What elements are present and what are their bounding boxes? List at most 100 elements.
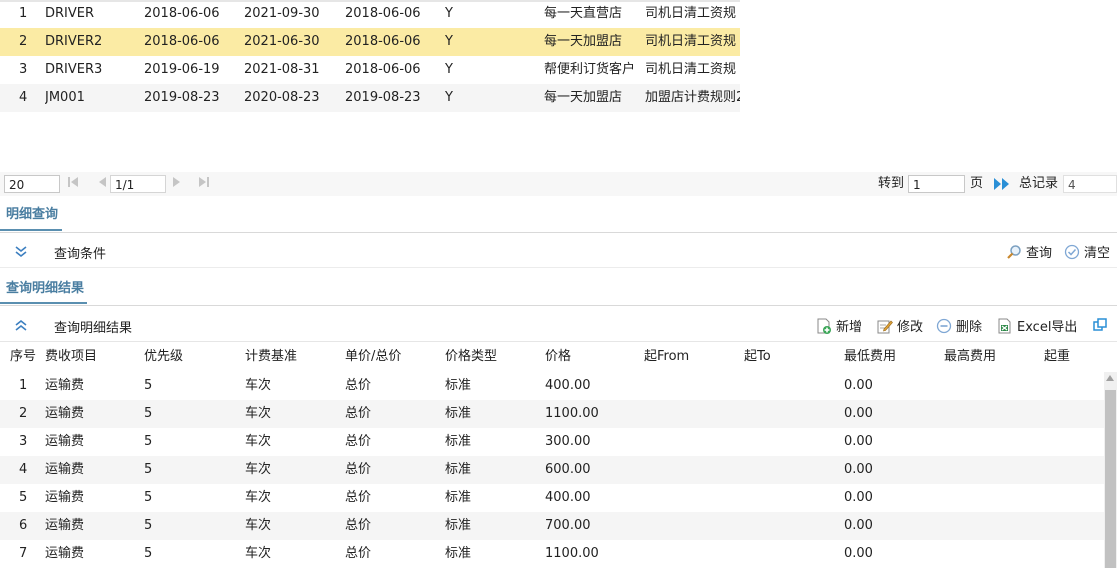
top-cell-no: 3 [19,62,28,77]
top-cell-d1: 2019-06-19 [144,62,220,77]
detail-cell-price-mode: 总价 [345,434,372,449]
top-cell-d3: 2018-06-06 [345,34,421,49]
detail-cell-priority: 5 [144,490,153,505]
collapse-down-icon[interactable] [14,244,28,262]
col-header-price[interactable]: 价格 [545,342,571,372]
top-cell-d2: 2020-08-23 [244,90,320,105]
detail-cell-price-type: 标准 [445,378,472,393]
detail-grid-row[interactable]: 4 运输费 5 车次 总价 标准 600.00 0.00 [0,456,1104,484]
top-cell-flag: Y [445,34,453,49]
tab-active-indicator-2 [0,302,87,304]
top-grid-row[interactable]: 3 DRIVER3 2019-06-19 2021-08-31 2018-06-06 Y 帮… [0,56,740,84]
total-records-value: 4 [1063,175,1117,193]
detail-cell-priority: 5 [144,546,153,561]
detail-cell-basis: 车次 [245,518,272,533]
clear-button[interactable]: 清空 [1064,242,1110,261]
first-page-icon[interactable] [66,175,80,194]
detail-cell-price: 300.00 [545,434,591,449]
search-button[interactable]: 查询 [1006,242,1052,261]
edit-button[interactable]: 修改 [877,316,923,335]
detail-cell-min-fee: 0.00 [844,518,873,533]
delete-icon [936,318,952,334]
detail-cell-basis: 车次 [245,434,272,449]
detail-grid-row[interactable]: 3 运输费 5 车次 总价 标准 300.00 0.00 [0,428,1104,456]
tab-active-indicator [0,229,62,231]
col-header-no[interactable]: 序号 [10,342,36,372]
col-header-to[interactable]: 起To [744,342,771,372]
col-header-priority[interactable]: 优先级 [144,342,183,372]
detail-cell-basis: 车次 [245,490,272,505]
tab-detail-result[interactable]: 查询明细结果 [6,277,84,296]
detail-cell-no: 3 [19,434,28,449]
detail-cell-price-mode: 总价 [345,490,372,505]
detail-cell-item: 运输费 [45,378,85,393]
detail-grid-row[interactable]: 6 运输费 5 车次 总价 标准 700.00 0.00 [0,512,1104,540]
detail-cell-no: 2 [19,406,28,421]
top-data-grid: 1 DRIVER 2018-06-06 2021-09-30 2018-06-06 Y 每一… [0,0,740,112]
top-grid-row[interactable]: 4 JM001 2019-08-23 2020-08-23 2019-08-23 Y 每一天… [0,84,740,112]
top-cell-no: 2 [19,34,28,49]
detail-cell-price: 1100.00 [545,406,599,421]
detail-cell-price-mode: 总价 [345,378,372,393]
detail-cell-price: 400.00 [545,490,591,505]
collapse-up-icon[interactable] [14,318,28,336]
top-grid-body: 1 DRIVER 2018-06-06 2021-09-30 2018-06-06 Y 每一… [0,0,740,112]
tab-detail-query[interactable]: 明细查询 [6,203,58,222]
detail-cell-priority: 5 [144,378,153,393]
detail-cell-price-mode: 总价 [345,462,372,477]
excel-export-button-label: Excel导出 [1017,320,1078,335]
excel-export-button[interactable]: Excel导出 [997,316,1077,335]
refresh-icon[interactable] [1093,318,1107,336]
query-panel-title: 查询条件 [54,247,107,262]
prev-page-icon[interactable] [95,175,109,194]
detail-cell-basis: 车次 [245,462,272,477]
query-panel-bottom [0,267,1117,268]
detail-grid-row[interactable]: 7 运输费 5 车次 总价 标准 1100.00 0.00 [0,540,1104,568]
top-cell-d2: 2021-09-30 [244,6,320,21]
top-cell-d1: 2018-06-06 [144,6,220,21]
delete-button[interactable]: 删除 [936,316,982,335]
col-header-basis[interactable]: 计费基准 [245,342,297,372]
detail-cell-no: 4 [19,462,28,477]
col-header-price-type[interactable]: 价格类型 [445,342,497,372]
col-header-start-weight[interactable]: 起重 [1044,342,1070,372]
detail-cell-min-fee: 0.00 [844,546,873,561]
col-header-item[interactable]: 费收项目 [45,342,97,372]
detail-cell-basis: 车次 [245,406,272,421]
detail-cell-no: 1 [19,378,28,393]
last-page-icon[interactable] [197,175,211,194]
goto-page-icon[interactable] [992,176,1012,196]
top-grid-row[interactable]: 2 DRIVER2 2018-06-06 2021-06-30 2018-06-06 Y 每… [0,28,740,56]
detail-grid-row[interactable]: 1 运输费 5 车次 总价 标准 400.00 0.00 [0,372,1104,400]
top-cell-d3: 2019-08-23 [345,90,421,105]
scrollbar-thumb[interactable] [1105,390,1116,568]
detail-cell-price-type: 标准 [445,490,472,505]
top-cell-code: DRIVER2 [45,34,103,49]
detail-cell-price-type: 标准 [445,406,472,421]
detail-cell-priority: 5 [144,406,153,421]
col-header-from[interactable]: 起From [644,342,689,372]
col-header-price-mode[interactable]: 单价/总价 [345,342,401,372]
clear-icon [1064,244,1080,260]
goto-page-input[interactable]: 1 [908,175,965,193]
page-unit-label: 页 [970,176,984,191]
detail-grid-scrollbar[interactable] [1104,372,1117,568]
detail-grid-row[interactable]: 5 运输费 5 车次 总价 标准 400.00 0.00 [0,484,1104,512]
pager-bar: 20 1/1 转到 1 页 总记录 4 [0,172,1117,196]
next-page-icon[interactable] [170,175,184,194]
add-button[interactable]: 新增 [816,316,862,335]
detail-cell-price-mode: 总价 [345,406,372,421]
search-button-label: 查询 [1026,246,1053,261]
page-size-select[interactable]: 20 [4,175,60,193]
scroll-up-arrow-icon[interactable] [1106,375,1114,381]
top-cell-rule: 司机日清工资规 [645,62,737,77]
top-cell-d2: 2021-06-30 [244,34,320,49]
detail-grid-row[interactable]: 2 运输费 5 车次 总价 标准 1100.00 0.00 [0,400,1104,428]
col-header-max-fee[interactable]: 最高费用 [944,342,996,372]
total-records-label: 总记录 [1019,176,1059,191]
top-cell-group: 帮便利订货客户 [544,62,636,77]
top-grid-row[interactable]: 1 DRIVER 2018-06-06 2021-09-30 2018-06-06 Y 每一… [0,0,740,28]
col-header-min-fee[interactable]: 最低费用 [844,342,896,372]
top-cell-no: 4 [19,90,28,105]
detail-cell-min-fee: 0.00 [844,462,873,477]
